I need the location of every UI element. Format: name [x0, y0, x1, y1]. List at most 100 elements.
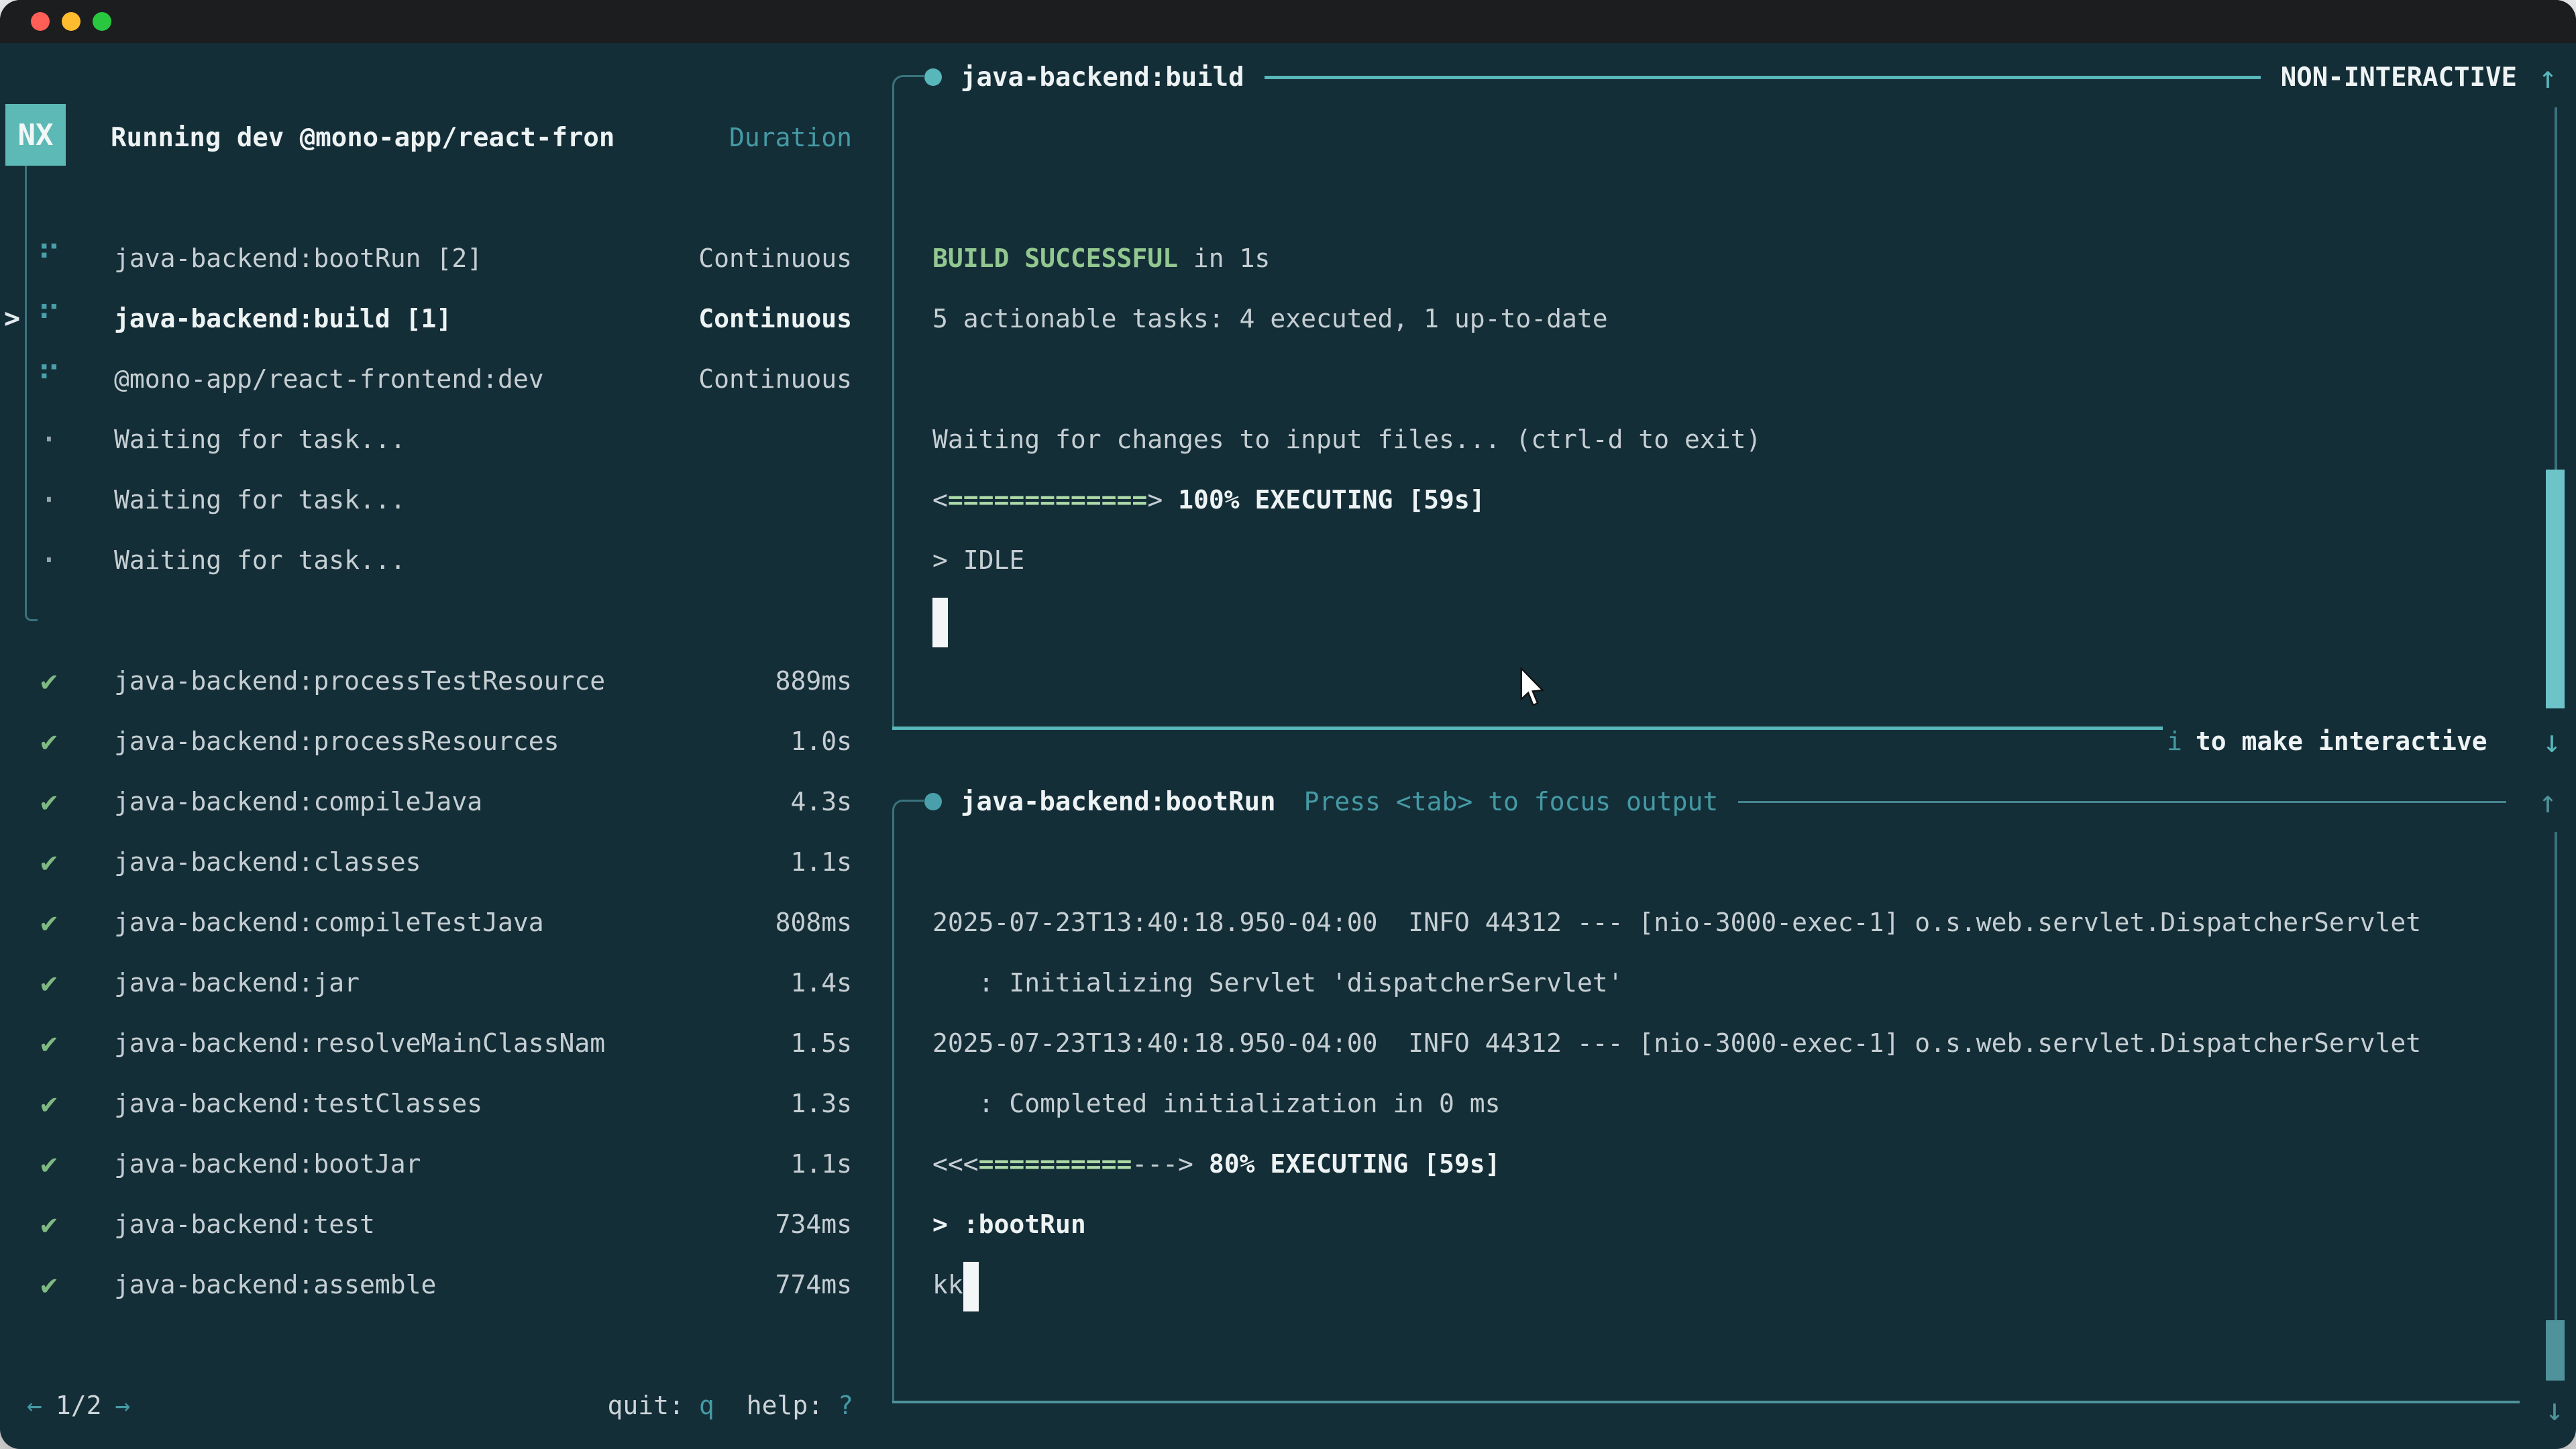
build-panel-header-rule — [1265, 76, 2261, 79]
sidebar-header: NX Running dev @mono-app/react-fron Dura… — [0, 107, 872, 168]
task-status: Continuous — [698, 364, 852, 394]
quit-label: quit: — [607, 1391, 684, 1420]
log-line: 2025-07-23T13:40:18.950-04:00 INFO 44312… — [932, 1013, 2421, 1073]
task-label: java-backend:test — [114, 1210, 375, 1239]
terminal-line-blank — [932, 832, 2421, 892]
task-duration: 774ms — [775, 1270, 852, 1299]
terminal-input-line[interactable]: kk — [932, 1254, 2421, 1315]
check-icon: ✔ — [32, 953, 66, 1013]
log-line: : Completed initialization in 0 ms — [932, 1073, 2421, 1134]
terminal-line: Waiting for changes to input files... (c… — [932, 409, 1761, 470]
help-key: ? — [838, 1391, 853, 1420]
task-duration: 1.1s — [790, 1149, 852, 1179]
check-icon: ✔ — [32, 1254, 66, 1315]
bootrun-panel-header-rule — [1738, 801, 2506, 803]
task-label: java-backend:jar — [114, 968, 360, 998]
bootrun-scrollbar-thumb[interactable] — [2546, 1320, 2565, 1381]
check-icon: ✔ — [32, 1194, 66, 1254]
help-label: help: — [747, 1391, 823, 1420]
page-right-arrow-icon[interactable]: → — [115, 1391, 131, 1420]
task-label: Waiting for task... — [114, 545, 406, 575]
task-label: java-backend:compileTestJava — [114, 908, 544, 937]
task-row-waiting[interactable]: · Waiting for task... — [0, 409, 872, 470]
task-label: @mono-app/react-frontend:dev — [114, 364, 544, 394]
task-label: java-backend:resolveMainClassNam — [114, 1028, 605, 1058]
build-successful-text: BUILD SUCCESSFUL — [932, 244, 1178, 273]
task-status: Continuous — [698, 244, 852, 273]
scroll-down-icon[interactable]: ↓ — [2533, 1379, 2576, 1440]
task-duration: 1.1s — [790, 847, 852, 877]
task-row-done[interactable]: ✔ java-backend:assemble 774ms — [0, 1254, 872, 1315]
zoom-window-button[interactable] — [93, 12, 111, 31]
terminal-line: > :bootRun — [932, 1194, 2421, 1254]
bootrun-scrollbar-track[interactable] — [2555, 832, 2557, 1380]
check-icon: ✔ — [32, 651, 66, 711]
check-icon: ✔ — [32, 832, 66, 892]
task-row-waiting[interactable]: · Waiting for task... — [0, 470, 872, 530]
build-terminal-cursor — [932, 598, 948, 647]
check-icon: ✔ — [32, 771, 66, 832]
scroll-down-icon[interactable]: ↓ — [2530, 723, 2573, 759]
bootrun-panel-header[interactable]: java-backend:bootRun Press <tab> to focu… — [910, 771, 2569, 832]
task-row-done[interactable]: ✔ java-backend:compileJava 4.3s — [0, 771, 872, 832]
task-row-done[interactable]: ✔ java-backend:jar 1.4s — [0, 953, 872, 1013]
quit-key: q — [699, 1391, 714, 1420]
scroll-up-icon[interactable]: ↑ — [2526, 59, 2569, 95]
page-left-arrow-icon[interactable]: ← — [27, 1391, 42, 1420]
build-terminal-output: BUILD SUCCESSFUL in 1s 5 actionable task… — [932, 228, 1761, 651]
interactive-hint-key: i — [2167, 727, 2182, 756]
task-row-done[interactable]: ✔ java-backend:processTestResource 889ms — [0, 651, 872, 711]
task-row-done[interactable]: ✔ java-backend:resolveMainClassNam 1.5s — [0, 1013, 872, 1073]
close-window-button[interactable] — [31, 12, 50, 31]
terminal-line-blank — [932, 349, 1761, 409]
task-row-waiting[interactable]: · Waiting for task... — [0, 530, 872, 590]
minimize-window-button[interactable] — [62, 12, 80, 31]
nx-tui-terminal-window: NX Running dev @mono-app/react-fron Dura… — [0, 0, 2576, 1449]
waiting-dot-icon: · — [32, 409, 66, 470]
spinner-icon: ⠋ — [32, 288, 66, 349]
mouse-cursor-pointer — [1517, 667, 1547, 709]
scroll-up-icon[interactable]: ↑ — [2526, 784, 2569, 820]
terminal-line: > IDLE — [932, 530, 1761, 590]
build-panel-border-left — [892, 87, 894, 729]
selected-task-marker-icon: > — [4, 303, 20, 334]
running-task-list: ⠋ java-backend:bootRun [2] Continuous > … — [0, 228, 872, 590]
spinner-icon: ⠋ — [32, 228, 66, 288]
task-label: java-backend:processResources — [114, 727, 559, 756]
check-icon: ✔ — [32, 892, 66, 953]
waiting-dot-icon: · — [32, 530, 66, 590]
task-row-build-selected[interactable]: > ⠋ java-backend:build [1] Continuous — [0, 288, 872, 349]
build-scrollbar-thumb[interactable] — [2546, 470, 2565, 708]
build-panel-header[interactable]: java-backend:build NON-INTERACTIVE ↑ — [910, 47, 2569, 107]
task-row-done[interactable]: ✔ java-backend:compileTestJava 808ms — [0, 892, 872, 953]
progress-bar-fill: ========== — [979, 1149, 1132, 1179]
check-icon: ✔ — [32, 1073, 66, 1134]
interactive-hint-row: i to make interactive ↓ — [2167, 711, 2576, 771]
task-row-done[interactable]: ✔ java-backend:classes 1.1s — [0, 832, 872, 892]
log-line: : Initializing Servlet 'dispatcherServle… — [932, 953, 2421, 1013]
terminal-line — [932, 590, 1761, 651]
task-row-bootrun[interactable]: ⠋ java-backend:bootRun [2] Continuous — [0, 228, 872, 288]
task-duration: 1.4s — [790, 968, 852, 998]
build-panel-title: java-backend:build — [961, 62, 1244, 93]
task-row-done[interactable]: ✔ java-backend:bootJar 1.1s — [0, 1134, 872, 1194]
running-dot-icon — [924, 68, 942, 86]
check-icon: ✔ — [32, 711, 66, 771]
task-row-done[interactable]: ✔ java-backend:test 734ms — [0, 1194, 872, 1254]
task-label: java-backend:build [1] — [114, 304, 451, 333]
bootrun-panel-title: java-backend:bootRun — [961, 787, 1276, 817]
non-interactive-badge: NON-INTERACTIVE — [2281, 62, 2517, 93]
task-row-done[interactable]: ✔ java-backend:processResources 1.0s — [0, 711, 872, 771]
check-icon: ✔ — [32, 1134, 66, 1194]
sidebar-footer: ← 1/2 → quit: q help: ? — [0, 1375, 872, 1436]
sidebar-title: Running dev @mono-app/react-fron — [111, 123, 614, 153]
task-status: Continuous — [698, 304, 852, 333]
task-row-frontend-dev[interactable]: ⠋ @mono-app/react-frontend:dev Continuou… — [0, 349, 872, 409]
bootrun-terminal-output: 2025-07-23T13:40:18.950-04:00 INFO 44312… — [932, 832, 2421, 1315]
task-label: java-backend:compileJava — [114, 787, 482, 816]
task-row-done[interactable]: ✔ java-backend:testClasses 1.3s — [0, 1073, 872, 1134]
gradle-progress-bar: <<<==========---> 80% EXECUTING [59s] — [932, 1134, 2421, 1194]
task-duration: 4.3s — [790, 787, 852, 816]
typed-input-text: kk — [932, 1270, 963, 1299]
progress-status-text: 100% EXECUTING [59s] — [1178, 485, 1485, 515]
